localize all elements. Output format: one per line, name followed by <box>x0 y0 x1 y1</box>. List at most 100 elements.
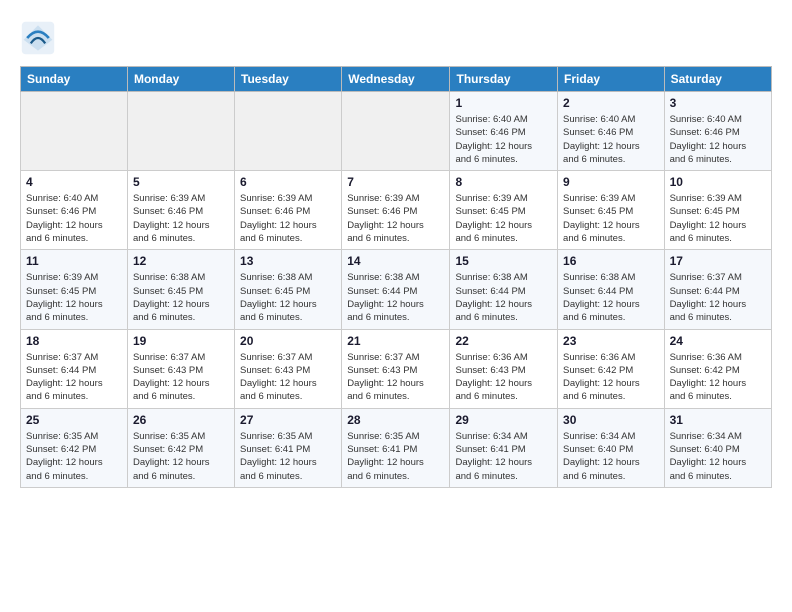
calendar-table: SundayMondayTuesdayWednesdayThursdayFrid… <box>20 66 772 488</box>
day-info: Sunrise: 6:37 AM Sunset: 6:44 PM Dayligh… <box>26 351 122 404</box>
calendar-cell: 13 Sunrise: 6:38 AM Sunset: 6:45 PM Dayli… <box>235 250 342 329</box>
calendar-cell <box>21 92 128 171</box>
day-number: 4 <box>26 175 122 189</box>
calendar-cell: 1Sunrise: 6:40 AM Sunset: 6:46 PM Daylig… <box>450 92 558 171</box>
day-info: Sunrise: 6:37 AM Sunset: 6:43 PM Dayligh… <box>347 351 444 404</box>
day-number: 17 <box>670 254 766 268</box>
calendar-cell: 30Sunrise: 6:34 AM Sunset: 6:40 PM Dayli… <box>558 408 665 487</box>
day-number: 6 <box>240 175 336 189</box>
weekday-header-tuesday: Tuesday <box>235 67 342 92</box>
day-info: Sunrise: 6:38 AM Sunset: 6:44 PM Dayligh… <box>347 271 444 324</box>
day-info: Sunrise: 6:38 AM Sunset: 6:45 PM Dayligh… <box>240 271 336 324</box>
day-number: 31 <box>670 413 766 427</box>
calendar-cell: 31 Sunrise: 6:34 AM Sunset: 6:40 PM Dayli… <box>664 408 771 487</box>
day-number: 3 <box>670 96 766 110</box>
day-number: 27 <box>240 413 336 427</box>
day-info: Sunrise: 6:35 AM Sunset: 6:41 PM Dayligh… <box>240 430 336 483</box>
calendar-cell: 16 Sunrise: 6:38 AM Sunset: 6:44 PM Dayli… <box>558 250 665 329</box>
day-number: 2 <box>563 96 659 110</box>
calendar-cell: 17 Sunrise: 6:37 AM Sunset: 6:44 PM Dayli… <box>664 250 771 329</box>
day-info: Sunrise: 6:39 AM Sunset: 6:45 PM Dayligh… <box>563 192 659 245</box>
day-number: 30 <box>563 413 659 427</box>
calendar-cell: 14 Sunrise: 6:38 AM Sunset: 6:44 PM Dayli… <box>342 250 450 329</box>
calendar-cell <box>342 92 450 171</box>
weekday-header-thursday: Thursday <box>450 67 558 92</box>
calendar-week-row: 18 Sunrise: 6:37 AM Sunset: 6:44 PM Dayli… <box>21 329 772 408</box>
calendar-cell: 7Sunrise: 6:39 AM Sunset: 6:46 PM Daylig… <box>342 171 450 250</box>
calendar-cell: 10 Sunrise: 6:39 AM Sunset: 6:45 PM Dayli… <box>664 171 771 250</box>
day-info: Sunrise: 6:40 AM Sunset: 6:46 PM Dayligh… <box>670 113 766 166</box>
day-info: Sunrise: 6:39 AM Sunset: 6:46 PM Dayligh… <box>347 192 444 245</box>
day-info: Sunrise: 6:39 AM Sunset: 6:45 PM Dayligh… <box>26 271 122 324</box>
day-number: 19 <box>133 334 229 348</box>
day-number: 22 <box>455 334 552 348</box>
calendar-cell <box>127 92 234 171</box>
weekday-header-wednesday: Wednesday <box>342 67 450 92</box>
day-info: Sunrise: 6:36 AM Sunset: 6:43 PM Dayligh… <box>455 351 552 404</box>
calendar-cell: 28 Sunrise: 6:35 AM Sunset: 6:41 PM Dayli… <box>342 408 450 487</box>
logo-icon <box>20 20 56 56</box>
day-number: 23 <box>563 334 659 348</box>
day-info: Sunrise: 6:34 AM Sunset: 6:41 PM Dayligh… <box>455 430 552 483</box>
day-number: 20 <box>240 334 336 348</box>
day-info: Sunrise: 6:36 AM Sunset: 6:42 PM Dayligh… <box>670 351 766 404</box>
calendar-cell: 2Sunrise: 6:40 AM Sunset: 6:46 PM Daylig… <box>558 92 665 171</box>
calendar-cell: 23 Sunrise: 6:36 AM Sunset: 6:42 PM Dayli… <box>558 329 665 408</box>
day-number: 9 <box>563 175 659 189</box>
day-number: 25 <box>26 413 122 427</box>
day-info: Sunrise: 6:39 AM Sunset: 6:45 PM Dayligh… <box>670 192 766 245</box>
page-header <box>20 20 772 56</box>
calendar-cell: 3 Sunrise: 6:40 AM Sunset: 6:46 PM Daylig… <box>664 92 771 171</box>
day-number: 28 <box>347 413 444 427</box>
day-number: 26 <box>133 413 229 427</box>
calendar-week-row: 11 Sunrise: 6:39 AM Sunset: 6:45 PM Dayli… <box>21 250 772 329</box>
day-info: Sunrise: 6:39 AM Sunset: 6:46 PM Dayligh… <box>240 192 336 245</box>
day-number: 8 <box>455 175 552 189</box>
calendar-week-row: 25 Sunrise: 6:35 AM Sunset: 6:42 PM Dayli… <box>21 408 772 487</box>
weekday-header-monday: Monday <box>127 67 234 92</box>
day-number: 15 <box>455 254 552 268</box>
day-info: Sunrise: 6:36 AM Sunset: 6:42 PM Dayligh… <box>563 351 659 404</box>
calendar-cell: 12 Sunrise: 6:38 AM Sunset: 6:45 PM Dayli… <box>127 250 234 329</box>
day-number: 18 <box>26 334 122 348</box>
calendar-cell: 27 Sunrise: 6:35 AM Sunset: 6:41 PM Dayli… <box>235 408 342 487</box>
day-info: Sunrise: 6:35 AM Sunset: 6:42 PM Dayligh… <box>133 430 229 483</box>
calendar-cell: 20Sunrise: 6:37 AM Sunset: 6:43 PM Dayli… <box>235 329 342 408</box>
calendar-cell: 21 Sunrise: 6:37 AM Sunset: 6:43 PM Dayli… <box>342 329 450 408</box>
calendar-cell: 29 Sunrise: 6:34 AM Sunset: 6:41 PM Dayli… <box>450 408 558 487</box>
day-info: Sunrise: 6:38 AM Sunset: 6:45 PM Dayligh… <box>133 271 229 324</box>
day-info: Sunrise: 6:37 AM Sunset: 6:44 PM Dayligh… <box>670 271 766 324</box>
calendar-body: 1 Sunrise: 6:40 AM Sunset: 6:46 PM Daylig… <box>21 92 772 488</box>
day-info: Sunrise: 6:39 AM Sunset: 6:45 PM Dayligh… <box>455 192 552 245</box>
day-number: 24 <box>670 334 766 348</box>
day-number: 13 <box>240 254 336 268</box>
weekday-header-saturday: Saturday <box>664 67 771 92</box>
day-info: Sunrise: 6:38 AM Sunset: 6:44 PM Dayligh… <box>455 271 552 324</box>
day-number: 21 <box>347 334 444 348</box>
calendar-cell: 26 Sunrise: 6:35 AM Sunset: 6:42 PM Dayli… <box>127 408 234 487</box>
day-info: Sunrise: 6:35 AM Sunset: 6:42 PM Dayligh… <box>26 430 122 483</box>
calendar-cell: 19 Sunrise: 6:37 AM Sunset: 6:43 PM Dayli… <box>127 329 234 408</box>
calendar-cell: 8 Sunrise: 6:39 AM Sunset: 6:45 PM Daylig… <box>450 171 558 250</box>
day-number: 29 <box>455 413 552 427</box>
calendar-cell: 6 Sunrise: 6:39 AM Sunset: 6:46 PM Daylig… <box>235 171 342 250</box>
day-info: Sunrise: 6:35 AM Sunset: 6:41 PM Dayligh… <box>347 430 444 483</box>
day-number: 1 <box>455 96 552 110</box>
day-info: Sunrise: 6:38 AM Sunset: 6:44 PM Dayligh… <box>563 271 659 324</box>
day-number: 11 <box>26 254 122 268</box>
calendar-cell: 25 Sunrise: 6:35 AM Sunset: 6:42 PM Dayli… <box>21 408 128 487</box>
calendar-cell: 18 Sunrise: 6:37 AM Sunset: 6:44 PM Dayli… <box>21 329 128 408</box>
calendar-cell <box>235 92 342 171</box>
calendar-cell: 11 Sunrise: 6:39 AM Sunset: 6:45 PM Dayli… <box>21 250 128 329</box>
day-info: Sunrise: 6:37 AM Sunset: 6:43 PM Dayligh… <box>133 351 229 404</box>
calendar-cell: 4Sunrise: 6:40 AM Sunset: 6:46 PM Daylig… <box>21 171 128 250</box>
day-number: 12 <box>133 254 229 268</box>
day-number: 10 <box>670 175 766 189</box>
calendar-cell: 9 Sunrise: 6:39 AM Sunset: 6:45 PM Daylig… <box>558 171 665 250</box>
day-number: 14 <box>347 254 444 268</box>
day-info: Sunrise: 6:34 AM Sunset: 6:40 PM Dayligh… <box>670 430 766 483</box>
calendar-cell: 5Sunrise: 6:39 AM Sunset: 6:46 PM Daylig… <box>127 171 234 250</box>
logo <box>20 20 62 56</box>
day-number: 16 <box>563 254 659 268</box>
calendar-cell: 24 Sunrise: 6:36 AM Sunset: 6:42 PM Dayli… <box>664 329 771 408</box>
